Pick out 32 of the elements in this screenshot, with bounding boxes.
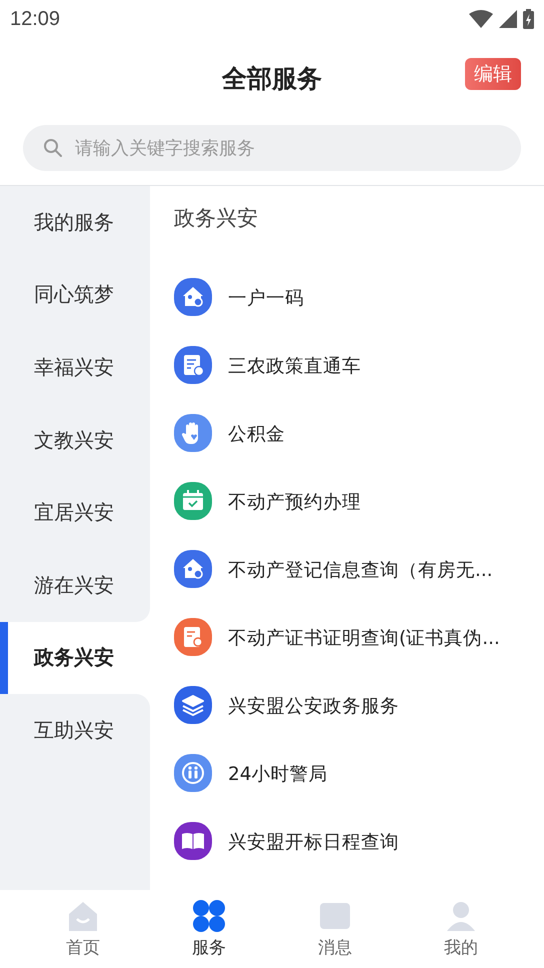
service-item[interactable]: 公积金 [228, 420, 285, 446]
section-title: 政务兴安 [174, 205, 259, 232]
search-field[interactable]: 请输入关键字搜索服务 [23, 125, 521, 171]
battery-icon [523, 9, 534, 29]
nav-tab[interactable]: 首页 [38, 890, 128, 968]
category-tab[interactable]: 我的服务 [0, 186, 150, 259]
status-time: 12:09 [10, 8, 60, 30]
category-tab[interactable]: 游在兴安 [0, 548, 150, 622]
search-icon [43, 138, 63, 158]
nav-tab[interactable]: 我的 [416, 890, 506, 968]
person-icon [444, 899, 478, 933]
grid-icon [192, 899, 226, 933]
service-item[interactable]: 不动产证书证明查询(证书真伪... [228, 624, 500, 650]
service-item[interactable]: 一户一码 [228, 284, 304, 310]
nav-tab[interactable]: 服务 [164, 890, 254, 968]
service-item[interactable]: 兴安盟开标日程查询 [228, 828, 399, 854]
signal-icon [499, 10, 517, 28]
wifi-icon [469, 10, 493, 28]
nav-tab[interactable]: 消息 [290, 890, 380, 968]
service-item[interactable]: 不动产登记信息查询（有房无... [228, 556, 493, 582]
service-item[interactable]: 兴安盟公安政务服务 [228, 692, 399, 718]
service-item[interactable]: 24小时警局 [228, 760, 328, 786]
category-tab[interactable]: 同心筑梦 [0, 258, 150, 332]
edit-button[interactable]: 编辑 [465, 58, 521, 90]
service-item[interactable]: 三农政策直通车 [228, 352, 361, 378]
home-icon [66, 899, 100, 933]
category-tab[interactable]: 互助兴安 [0, 694, 150, 767]
category-tab[interactable]: 宜居兴安 [0, 476, 150, 549]
category-tab[interactable]: 文教兴安 [0, 404, 150, 476]
service-item[interactable]: 不动产预约办理 [228, 488, 361, 514]
category-tab[interactable]: 幸福兴安 [0, 331, 150, 404]
page-title: 全部服务 [222, 62, 322, 94]
